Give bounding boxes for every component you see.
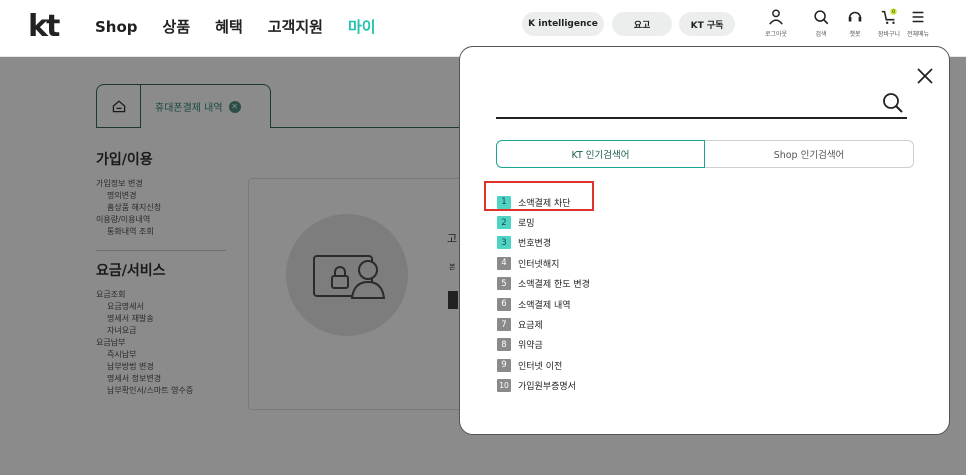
rank-badge: 10 [497, 379, 511, 393]
popular-term-9[interactable]: 9 인터넷 이전 [497, 355, 697, 375]
rank-badge: 6 [497, 297, 511, 311]
card-text-fragment: 본 [449, 263, 456, 271]
nav-shop[interactable]: Shop [95, 16, 138, 38]
page-tabbar: 휴대폰결제 내역 ✕ [96, 84, 271, 128]
rank-badge: 4 [497, 256, 511, 270]
sidebar-item[interactable]: 명세서 정보변경 [96, 373, 236, 385]
search-bar [496, 89, 907, 119]
sidebar-menu: 가입/이용 가입정보 변경 명의변경 홈상품 해지신청 이용량/이용내역 통화내… [96, 150, 236, 397]
locked-user-icon [313, 255, 386, 299]
home-tab-button[interactable] [96, 84, 141, 128]
popular-term-5[interactable]: 5 소액결제 한도 변경 [497, 274, 697, 294]
card-heading-fragment: 고 [447, 232, 458, 245]
popular-term-label: 로밍 [518, 219, 535, 230]
nav-benefits[interactable]: 혜택 [215, 16, 243, 38]
main-nav: Shop 상품 혜택 고객지원 마이 [95, 16, 401, 38]
popular-term-4[interactable]: 4 인터넷해지 [497, 253, 697, 273]
chatbot-icon [848, 11, 862, 22]
sidebar-item[interactable]: 즉시납부 [96, 349, 236, 361]
tab-kt-popular[interactable]: KT 인기검색어 [496, 140, 705, 168]
kt-logo[interactable]: kt [28, 10, 60, 44]
sidebar-item[interactable]: 명세서 재발송 [96, 313, 236, 325]
cart-icon: 0 [881, 8, 897, 25]
tab-label: 휴대폰결제 내역 [155, 103, 223, 114]
logout-label: 로그아웃 [764, 31, 788, 38]
sidebar-divider [96, 250, 226, 251]
sidebar-item[interactable]: 자녀요금 [96, 325, 236, 337]
sidebar-item[interactable]: 가입정보 변경 [96, 178, 236, 190]
popular-term-2[interactable]: 2 로밍 [497, 212, 697, 232]
popular-term-label: 인터넷해지 [518, 259, 560, 270]
yogo-button[interactable]: 요고 [612, 12, 672, 36]
illustration-circle [286, 214, 408, 336]
sidebar-item[interactable]: 명의변경 [96, 190, 236, 202]
sidebar-item[interactable]: 통화내역 조회 [96, 226, 236, 238]
all-menu-label: 전체메뉴 [906, 31, 930, 38]
popular-term-10[interactable]: 10 가입원부증명서 [497, 376, 697, 396]
search-icon [883, 93, 903, 113]
rank-badge: 9 [497, 358, 511, 372]
sidebar-heading-join: 가입/이용 [96, 152, 153, 168]
nav-my[interactable]: 마이 [348, 16, 376, 38]
sidebar-item[interactable]: 납부확인서/스마트 영수증 [96, 385, 236, 397]
cart-button[interactable]: 0 장바구니 [874, 8, 904, 42]
search-label: 검색 [815, 31, 827, 38]
tab-underline [270, 127, 470, 128]
cart-badge: 0 [892, 9, 895, 15]
logout-button[interactable]: 로그아웃 [761, 8, 791, 42]
popular-term-label: 소액결제 내역 [518, 300, 571, 311]
sidebar-item[interactable]: 요금납부 [96, 337, 236, 349]
search-submit-button[interactable] [881, 91, 905, 115]
popular-term-label: 소액결제 한도 변경 [518, 280, 590, 291]
close-icon[interactable]: ✕ [228, 100, 241, 113]
popular-term-6[interactable]: 6 소액결제 내역 [497, 294, 697, 314]
rank-badge: 5 [497, 277, 511, 291]
popular-term-label: 위약금 [518, 341, 543, 352]
search-input[interactable] [496, 89, 866, 117]
kt-subscribe-button[interactable]: KT 구독 [679, 12, 735, 36]
tab-shop-popular[interactable]: Shop 인기검색어 [705, 140, 914, 168]
sidebar-item[interactable]: 이용량/이용내역 [96, 214, 236, 226]
popular-term-label: 요금제 [518, 321, 543, 332]
sidebar-item[interactable]: 홈상품 해지신청 [96, 202, 236, 214]
user-icon [769, 9, 783, 25]
highlight-annotation [484, 181, 594, 211]
sidebar-heading-billing: 요금/서비스 [96, 263, 166, 279]
card-button-fragment[interactable] [448, 291, 458, 309]
nav-support[interactable]: 고객지원 [268, 16, 323, 38]
header-search-button[interactable]: 검색 [806, 8, 836, 42]
popular-search-tabs: KT 인기검색어 Shop 인기검색어 [496, 140, 914, 168]
chatbot-button[interactable]: 챗봇 [840, 8, 870, 42]
menu-icon [912, 11, 924, 23]
close-icon [917, 68, 933, 84]
sidebar-item[interactable]: 요금조회 [96, 289, 236, 301]
popular-term-8[interactable]: 8 위약금 [497, 335, 697, 355]
k-intelligence-button[interactable]: K intelligence [522, 12, 604, 36]
nav-products[interactable]: 상품 [163, 16, 191, 38]
modal-close-button[interactable] [914, 65, 936, 87]
popular-term-3[interactable]: 3 번호변경 [497, 233, 697, 253]
sidebar-item[interactable]: 납부방법 변경 [96, 361, 236, 373]
sidebar-item[interactable]: 요금명세서 [96, 301, 236, 313]
rank-badge: 2 [497, 216, 511, 230]
popular-terms-list: 1 소액결제 차단 2 로밍 3 번호변경 4 인터넷해지 5 소액결제 한도 변경 6소… [497, 192, 697, 396]
cart-label: 장바구니 [877, 31, 901, 38]
rank-badge: 3 [497, 236, 511, 250]
search-modal: KT 인기검색어 Shop 인기검색어 1 소액결제 차단 2 로밍 3 번호변경 4… [459, 46, 950, 435]
popular-term-label: 가입원부증명서 [518, 382, 576, 393]
popular-term-label: 번호변경 [518, 239, 552, 250]
rank-badge: 8 [497, 338, 511, 352]
home-icon [112, 100, 125, 113]
popular-term-label: 인터넷 이전 [518, 361, 563, 372]
popular-term-7[interactable]: 7 요금제 [497, 314, 697, 334]
chatbot-label: 챗봇 [849, 31, 861, 38]
all-menu-button[interactable]: 전체메뉴 [903, 8, 933, 42]
search-icon [814, 10, 829, 25]
rank-badge: 7 [497, 318, 511, 332]
tab-mobile-payment-history[interactable]: 휴대폰결제 내역 ✕ [141, 84, 271, 128]
